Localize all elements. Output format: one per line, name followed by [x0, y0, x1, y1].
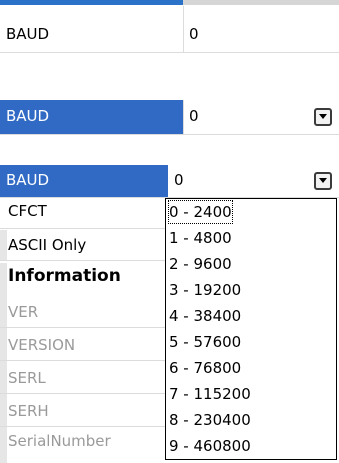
- dropdown-option[interactable]: 2 - 9600: [169, 253, 232, 275]
- property-name-label: ASCII Only: [8, 236, 87, 254]
- property-name-label: BAUD: [6, 107, 50, 125]
- dropdown-option[interactable]: 7 - 115200: [169, 383, 251, 405]
- property-value-label: 0: [189, 25, 199, 43]
- row-divider: [0, 327, 168, 328]
- option-label: 3 - 19200: [169, 281, 242, 299]
- option-label: 9 - 460800: [169, 437, 251, 455]
- row-divider: [0, 393, 168, 394]
- property-value-label: 0: [189, 107, 199, 125]
- dropdown-option[interactable]: 3 - 19200: [169, 279, 241, 301]
- option-label: 2 - 9600: [169, 255, 232, 273]
- dropdown-option[interactable]: 6 - 76800: [169, 357, 241, 379]
- dropdown-button[interactable]: [314, 172, 332, 190]
- option-label: 8 - 230400: [169, 411, 251, 429]
- row-indent-strip: [0, 230, 7, 260]
- property-name-baud[interactable]: BAUD: [0, 18, 183, 52]
- baud-dropdown-list[interactable]: 0 - 2400 1 - 4800 2 - 9600 3 - 19200 4 -…: [165, 198, 337, 460]
- property-name-label: BAUD: [6, 171, 50, 189]
- property-name-label: CFCT: [8, 202, 47, 220]
- property-name-cfct[interactable]: CFCT: [8, 202, 47, 220]
- property-name-label: VERSION: [8, 336, 76, 354]
- row-divider: [0, 260, 168, 261]
- row-divider: [0, 360, 168, 361]
- option-label: 5 - 57600: [169, 333, 242, 351]
- row-divider: [0, 426, 168, 427]
- dropdown-option[interactable]: 1 - 4800: [169, 227, 232, 249]
- option-label: 1 - 4800: [169, 229, 232, 247]
- row-indent-strip: [0, 263, 7, 463]
- dropdown-button[interactable]: [314, 108, 332, 126]
- dropdown-option[interactable]: 4 - 38400: [169, 305, 241, 327]
- option-label: 0 - 2400: [169, 203, 232, 221]
- option-label: 6 - 76800: [169, 359, 242, 377]
- dropdown-option[interactable]: 9 - 460800: [169, 435, 251, 457]
- property-name-label: BAUD: [6, 25, 50, 43]
- property-name-ascii-only[interactable]: ASCII Only: [8, 236, 86, 254]
- section-heading-label: Information: [8, 266, 121, 286]
- property-name-baud-selected[interactable]: BAUD: [0, 165, 168, 197]
- column-divider: [183, 6, 184, 53]
- property-name-label: SERH: [8, 402, 49, 420]
- column-divider: [183, 100, 184, 134]
- dropdown-option[interactable]: 5 - 57600: [169, 331, 241, 353]
- section-heading-information[interactable]: Information: [8, 266, 121, 286]
- row-divider: [0, 134, 339, 135]
- row-divider: [0, 52, 339, 53]
- property-name-ver[interactable]: VER: [8, 303, 38, 321]
- property-name-label: VER: [8, 303, 39, 321]
- dropdown-option[interactable]: 0 - 2400: [168, 200, 233, 224]
- option-label: 7 - 115200: [169, 385, 251, 403]
- property-name-version[interactable]: VERSION: [8, 336, 75, 354]
- property-name-serl[interactable]: SERL: [8, 369, 46, 387]
- property-name-label: SerialNumber: [8, 432, 111, 450]
- top-divider-accent: [0, 0, 183, 5]
- property-name-label: SERL: [8, 369, 46, 387]
- property-name-serh[interactable]: SERH: [8, 402, 49, 420]
- property-name-serialnumber[interactable]: SerialNumber: [8, 432, 111, 450]
- property-value-label: 0: [174, 171, 184, 189]
- row-divider: [0, 228, 168, 229]
- option-label: 4 - 38400: [169, 307, 242, 325]
- property-name-baud-selected[interactable]: BAUD: [0, 100, 183, 134]
- property-value-baud[interactable]: 0: [183, 18, 339, 52]
- dropdown-option[interactable]: 8 - 230400: [169, 409, 251, 431]
